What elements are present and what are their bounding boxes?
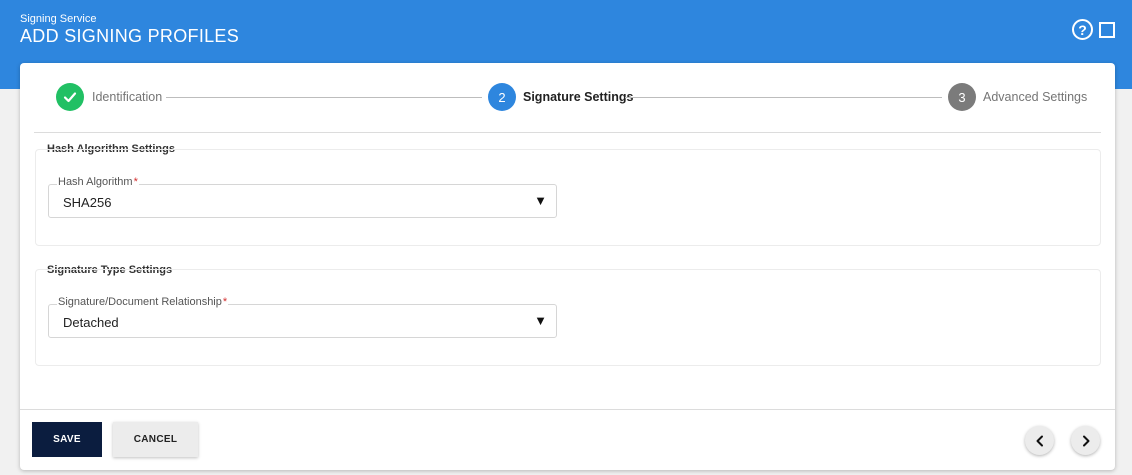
app-subtitle: Signing Service: [20, 13, 97, 25]
signature-relationship-label: Signature/Document Relationship*: [57, 296, 229, 308]
required-asterisk: *: [222, 296, 228, 308]
step-2-label[interactable]: Signature Settings: [523, 90, 633, 104]
cancel-button[interactable]: CANCEL: [113, 422, 198, 457]
wizard-card: Identification 2 Signature Settings 3 Ad…: [20, 63, 1115, 470]
hash-algorithm-select[interactable]: SHA256 ▼: [48, 184, 557, 218]
dropdown-arrow-icon: ▼: [534, 193, 547, 208]
step-connector-2: [625, 97, 942, 98]
question-circle-icon[interactable]: ?: [1072, 19, 1093, 40]
step-1-indicator[interactable]: [56, 83, 84, 111]
signature-relationship-value: Detached: [63, 315, 119, 330]
step-3-label[interactable]: Advanced Settings: [983, 90, 1087, 104]
chevron-left-icon: [1036, 435, 1043, 446]
step-3-indicator[interactable]: 3: [948, 83, 976, 111]
required-asterisk: *: [133, 176, 138, 188]
signature-relationship-select[interactable]: Detached ▼: [48, 304, 557, 338]
dropdown-arrow-icon: ▼: [534, 313, 547, 328]
chevron-right-icon: [1082, 435, 1089, 446]
square-icon[interactable]: [1099, 22, 1115, 38]
stepper-divider: [34, 132, 1101, 133]
hash-algorithm-value: SHA256: [63, 195, 112, 210]
page-title: ADD SIGNING PROFILES: [20, 26, 240, 46]
step-2-indicator[interactable]: 2: [488, 83, 516, 111]
previous-step-button[interactable]: [1025, 426, 1054, 455]
step-connector-1: [166, 97, 482, 98]
stepper: Identification 2 Signature Settings 3 Ad…: [20, 63, 1115, 133]
save-button[interactable]: SAVE: [32, 422, 102, 457]
footer-divider: [20, 409, 1115, 410]
checkmark-icon: [63, 92, 77, 103]
next-step-button[interactable]: [1071, 426, 1100, 455]
step-1-label[interactable]: Identification: [92, 90, 162, 104]
hash-algorithm-label: Hash Algorithm*: [57, 176, 139, 188]
